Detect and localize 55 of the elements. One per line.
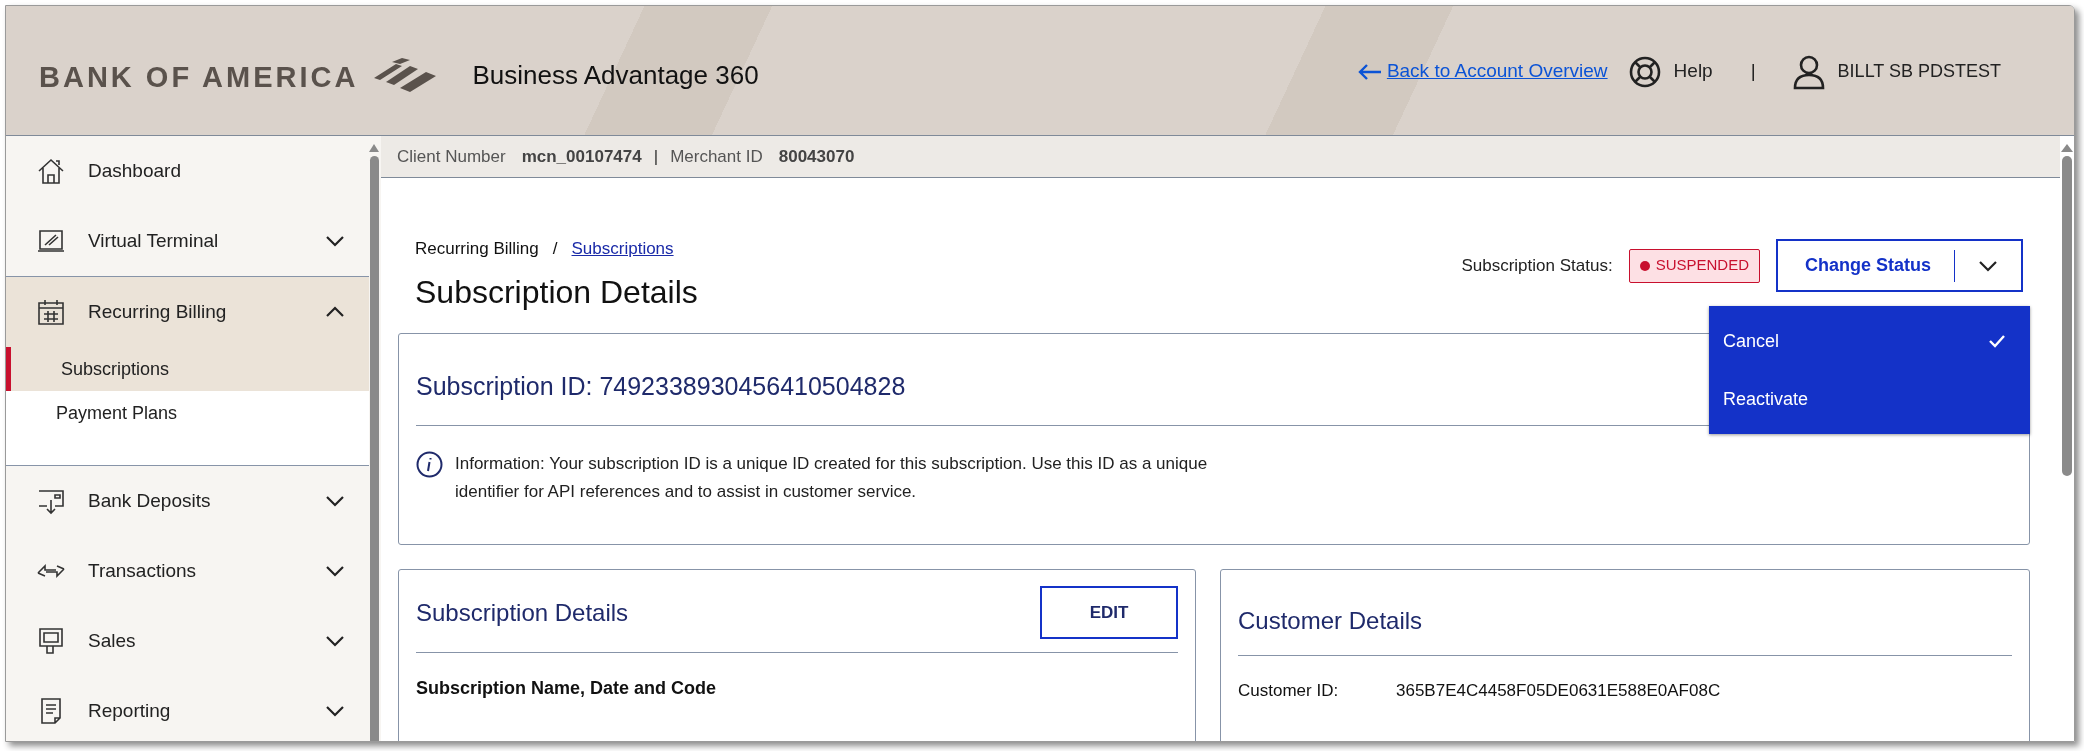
scrollbar-thumb[interactable] (369, 156, 379, 741)
menu-item[interactable]: Reactivate (1709, 370, 2030, 428)
chevron-down-icon (325, 634, 345, 648)
edit-button[interactable]: EDIT (1040, 586, 1178, 639)
info-text: Information: Your subscription ID is a unique ID created for this subscription. Use this ID as a unique identifier for API references and to assist in customer service. (455, 453, 1209, 503)
field-value: 80043070 (778, 145, 855, 168)
separator-text: | (653, 145, 659, 168)
page-title: Subscription Details (415, 272, 698, 312)
breadcrumb-separator: / (552, 238, 558, 260)
calendar-icon (36, 297, 66, 327)
chevron-down-icon (325, 234, 345, 248)
nav-item[interactable]: Virtual Terminal (6, 206, 369, 276)
chevron-down-icon (325, 704, 345, 718)
chevron-up-icon (325, 305, 345, 319)
nav-item[interactable]: Recurring Billing (6, 277, 369, 347)
chevron-down-icon (325, 494, 345, 508)
chevron-down-icon (1978, 258, 1998, 273)
info-icon (416, 451, 443, 478)
status-label: Subscription Status: (1461, 254, 1613, 277)
status-badge: SUSPENDED (1628, 248, 1760, 283)
user-button[interactable]: BILLT SB PDSTEST (1791, 53, 2001, 90)
nav-item[interactable]: Sales (6, 606, 369, 676)
check-icon (1988, 334, 2006, 348)
card-title: Customer Details (1238, 603, 2012, 656)
nav-item[interactable]: Reporting (6, 676, 369, 741)
nav-subitem[interactable]: Payment Plans (6, 391, 369, 435)
lifebuoy-icon (1627, 54, 1662, 89)
house-icon (36, 156, 66, 186)
help-button[interactable]: Help (1627, 54, 1713, 89)
user-icon (1791, 53, 1826, 90)
kiosk-icon (36, 626, 66, 656)
separator-text: | (1750, 59, 1756, 84)
field-label: Client Number (397, 145, 506, 168)
nav-subitem[interactable]: Subscriptions (6, 347, 369, 391)
breadcrumb-text: Recurring Billing (415, 238, 539, 260)
left-arrow-icon (1356, 62, 1383, 81)
field-value: 365B7E4C4458F05DE0631E588E0AF08C (1396, 680, 1721, 702)
menu-item[interactable]: Cancel (1709, 312, 2030, 370)
product-title: Business Advantage 360 (472, 59, 759, 92)
change-status-button[interactable]: Change Status (1776, 239, 2023, 292)
scroll-up-icon (369, 144, 379, 152)
back-link[interactable]: Back to Account Overview (1356, 57, 1608, 86)
nav-item[interactable]: Transactions (6, 536, 369, 606)
field-label: Customer ID: (1238, 680, 1340, 702)
nav-item[interactable]: Bank Deposits (6, 466, 369, 536)
field-value: mcn_00107474 (521, 145, 642, 168)
section-heading: Subscription Name, Date and Code (416, 677, 718, 700)
nav-item[interactable]: Dashboard (6, 136, 369, 206)
field-label: Merchant ID (670, 145, 763, 168)
card-title: Subscription Details (416, 597, 629, 628)
breadcrumb-link[interactable]: Subscriptions (571, 236, 674, 262)
brand-logo-text: BANK OF AMERICA (39, 59, 359, 95)
chevron-down-icon (325, 564, 345, 578)
scroll-up-icon (2061, 144, 2073, 152)
scrollbar-thumb[interactable] (2062, 156, 2072, 476)
